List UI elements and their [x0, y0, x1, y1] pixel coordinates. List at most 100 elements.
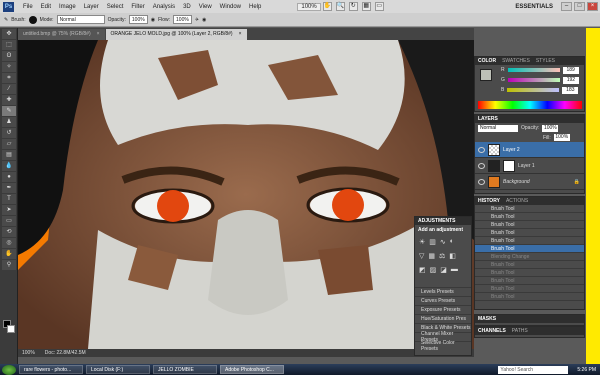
maximize-icon[interactable]: □ — [574, 2, 585, 11]
path-selection-tool-icon[interactable]: ➤ — [2, 205, 16, 215]
preset-item[interactable]: Levels Presets — [415, 287, 471, 296]
visibility-eye-icon[interactable] — [478, 162, 485, 169]
history-item[interactable]: Brush Tool — [475, 213, 584, 221]
history-item[interactable]: Brush Tool — [475, 269, 584, 277]
yahoo-search-input[interactable]: Yahoo! Search — [498, 365, 569, 374]
black-white-icon[interactable]: ◧ — [449, 252, 456, 260]
zoom-tool-icon[interactable]: ⚲ — [2, 260, 16, 270]
gradient-map-icon[interactable]: ▬ — [451, 266, 458, 274]
tab-adjustments[interactable]: ADJUSTMENTS — [418, 218, 456, 224]
menu-image[interactable]: Image — [55, 4, 80, 10]
history-item[interactable]: Brush Tool — [475, 229, 584, 237]
tab-paths[interactable]: PATHS — [512, 328, 528, 334]
taskbar-item[interactable]: JELLO ZOMBIE — [153, 365, 217, 374]
crop-tool-icon[interactable]: ⌗ — [2, 73, 16, 83]
history-item[interactable]: Brush Tool — [475, 285, 584, 293]
pen-tool-icon[interactable]: ✒ — [2, 183, 16, 193]
blue-value-field[interactable]: 183 — [562, 86, 579, 94]
gradient-tool-icon[interactable]: ▤ — [2, 150, 16, 160]
taskbar-item-active[interactable]: Adobe Photoshop C... — [220, 365, 284, 374]
flow-field[interactable]: 100% — [173, 15, 192, 24]
close-icon[interactable]: × — [587, 2, 598, 11]
tablet-pressure-opacity-icon[interactable]: ◉ — [151, 17, 155, 23]
blend-mode-select[interactable]: Normal — [478, 124, 518, 132]
masks-panel[interactable]: MASKS — [474, 314, 585, 326]
color-balance-icon[interactable]: ⚖ — [439, 252, 445, 260]
quick-select-tool-icon[interactable]: ✧ — [2, 62, 16, 72]
mode-select[interactable]: Normal — [56, 15, 105, 24]
clone-stamp-tool-icon[interactable]: ♟ — [2, 117, 16, 127]
history-item[interactable]: Brush Tool — [475, 237, 584, 245]
menu-filter[interactable]: Filter — [127, 4, 148, 10]
healing-brush-tool-icon[interactable]: ✚ — [2, 95, 16, 105]
menu-3d[interactable]: 3D — [179, 4, 195, 10]
posterize-icon[interactable]: ▨ — [430, 266, 437, 274]
background-color-swatch[interactable] — [7, 325, 15, 333]
history-item[interactable]: Brush Tool — [475, 277, 584, 285]
preset-item[interactable]: Exposure Presets — [415, 305, 471, 314]
history-brush-tool-icon[interactable]: ↺ — [2, 128, 16, 138]
menu-analysis[interactable]: Analysis — [149, 4, 179, 10]
history-item[interactable]: Brush Tool — [475, 205, 584, 213]
taskbar-item[interactable]: Local Disk (F:) — [86, 365, 150, 374]
dodge-tool-icon[interactable]: ● — [2, 172, 16, 182]
type-tool-icon[interactable]: T — [2, 194, 16, 204]
close-tab-icon[interactable]: × — [239, 29, 242, 40]
arrange-documents-icon[interactable]: ▦ — [361, 2, 371, 11]
eyedropper-tool-icon[interactable]: ⁄ — [2, 84, 16, 94]
start-button[interactable] — [2, 364, 16, 375]
screen-mode-icon[interactable]: ▭ — [374, 2, 384, 11]
levels-icon[interactable]: ▥ — [429, 238, 436, 246]
status-zoom[interactable]: 100% — [22, 350, 35, 356]
document-tab-orange-jelo-mold[interactable]: ORANGE JELO MOLD.jpg @ 100% (Layer 2, RG… — [105, 29, 247, 40]
opacity-field[interactable]: 100% — [128, 15, 148, 24]
visibility-eye-icon[interactable] — [478, 178, 485, 185]
history-item-selected[interactable]: Brush Tool — [475, 245, 584, 253]
marquee-tool-icon[interactable]: ⬚ — [2, 40, 16, 50]
preset-item[interactable]: Selective Color Presets — [415, 340, 471, 352]
tab-history[interactable]: HISTORY — [478, 198, 500, 204]
shape-tool-icon[interactable]: ▭ — [2, 216, 16, 226]
layer-row-layer-1[interactable]: Layer 1 — [475, 158, 584, 174]
history-item[interactable]: Brush Tool — [475, 221, 584, 229]
menu-edit[interactable]: Edit — [37, 4, 55, 10]
history-item[interactable]: Brush Tool — [475, 261, 584, 269]
threshold-icon[interactable]: ◪ — [440, 266, 447, 274]
menu-view[interactable]: View — [195, 4, 216, 10]
menu-layer[interactable]: Layer — [80, 4, 103, 10]
tab-masks[interactable]: MASKS — [478, 316, 496, 322]
rotate-view-icon[interactable]: ↻ — [348, 2, 358, 11]
brush-tool-icon[interactable]: ✎ — [4, 17, 8, 23]
eraser-tool-icon[interactable]: ▱ — [2, 139, 16, 149]
vibrance-icon[interactable]: ▽ — [419, 252, 424, 260]
3d-orbit-tool-icon[interactable]: ◎ — [2, 238, 16, 248]
tab-channels[interactable]: CHANNELS — [478, 328, 506, 334]
tab-swatches[interactable]: SWATCHES — [502, 58, 530, 64]
preset-item[interactable]: Hue/Saturation Pres — [415, 314, 471, 323]
move-tool-icon[interactable]: ✥ — [2, 29, 16, 39]
layer-opacity-field[interactable]: 100% — [542, 124, 559, 132]
document-tab-untitled[interactable]: untitled.bmp @ 75% (RGB/8#) × — [18, 29, 105, 40]
tab-actions[interactable]: ACTIONS — [506, 198, 528, 204]
menu-window[interactable]: Window — [216, 4, 245, 10]
tab-layers[interactable]: LAYERS — [478, 116, 498, 122]
invert-icon[interactable]: ◩ — [419, 266, 426, 274]
brush-preset-picker[interactable] — [28, 15, 37, 24]
curves-icon[interactable]: ∿ — [440, 238, 446, 246]
hand-icon[interactable]: ✋ — [322, 2, 332, 11]
3d-rotate-tool-icon[interactable]: ⟲ — [2, 227, 16, 237]
document-canvas[interactable] — [18, 40, 474, 349]
workspace-switcher[interactable]: ESSENTIALS — [515, 4, 553, 10]
green-slider[interactable] — [507, 78, 560, 82]
hand-tool-icon[interactable]: ✋ — [2, 249, 16, 259]
tab-color[interactable]: COLOR — [478, 58, 496, 64]
color-spectrum-bar[interactable] — [478, 101, 582, 109]
airbrush-icon[interactable]: ✈ — [195, 17, 199, 23]
visibility-eye-icon[interactable] — [478, 146, 485, 153]
preset-item[interactable]: Curves Presets — [415, 296, 471, 305]
green-value-field[interactable]: 192 — [562, 76, 579, 84]
zoom-level-select[interactable]: 100% — [297, 2, 321, 11]
exposure-icon[interactable]: ◐ — [450, 238, 454, 246]
color-panel-foreground-swatch[interactable] — [480, 69, 492, 81]
channels-panel[interactable]: CHANNELS PATHS — [474, 326, 585, 338]
